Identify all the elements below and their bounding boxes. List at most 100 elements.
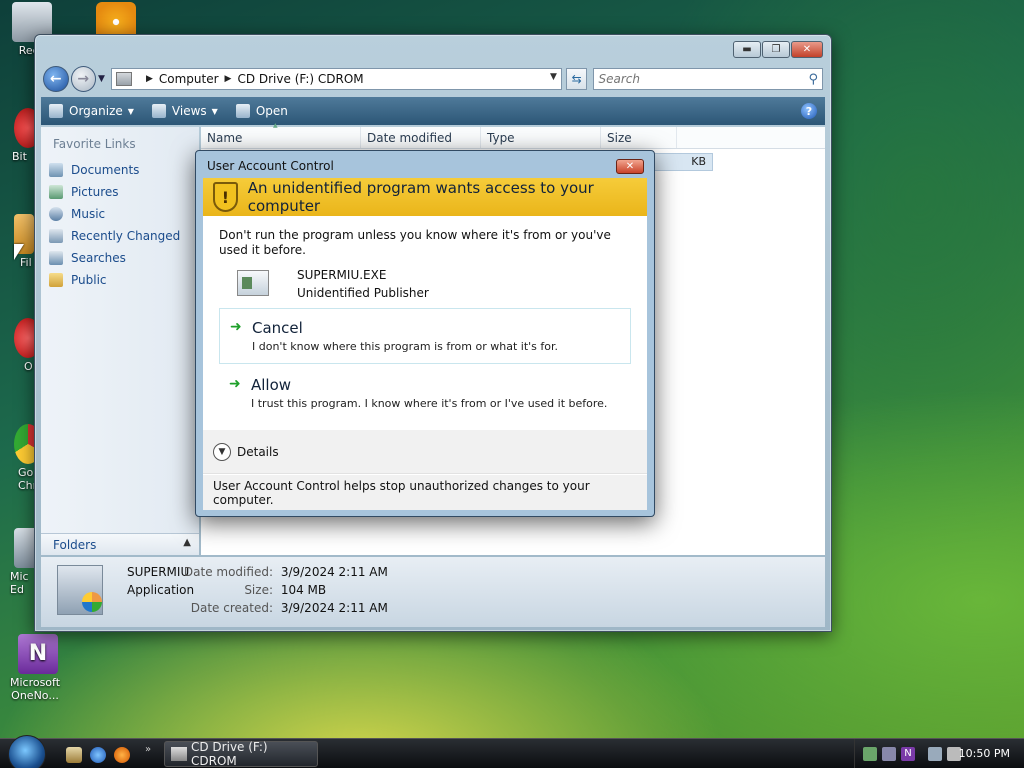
date-modified-label: Date modified: [183, 565, 273, 579]
views-label: Views [171, 104, 207, 118]
column-header-date-modified[interactable]: Date modified [361, 127, 481, 148]
program-icon [237, 270, 269, 296]
dialog-title: User Account Control [207, 159, 334, 173]
warning-text: Don't run the program unless you know wh… [219, 228, 611, 257]
column-header-size[interactable]: Size [601, 127, 677, 148]
dialog-footer: User Account Control helps stop unauthor… [203, 475, 647, 510]
uac-dialog: User Account Control ✕ ! An unidentified… [195, 150, 655, 517]
folders-label: Folders [53, 537, 97, 552]
cancel-title: Cancel [252, 319, 303, 337]
size-cell: KB [691, 155, 706, 168]
column-header-type[interactable]: Type [481, 127, 601, 148]
tray-app-icon[interactable] [882, 747, 896, 761]
documents-icon [49, 163, 63, 177]
sidebar-item-music[interactable]: Music [41, 203, 199, 225]
program-publisher: Unidentified Publisher [297, 286, 429, 300]
details-pane: SUPERMIU Application Date modified: 3/9/… [41, 557, 825, 627]
application-icon [57, 565, 103, 615]
tray-monitor-icon[interactable] [928, 747, 942, 761]
tray-network-icon[interactable] [863, 747, 877, 761]
address-bar[interactable]: ▶ Computer ▶ CD Drive (F:) CDROM ▼ [110, 68, 562, 90]
views-icon [151, 104, 166, 118]
chevron-right-icon[interactable]: ▶ [225, 74, 232, 84]
help-icon[interactable]: ? [801, 103, 817, 119]
organize-button[interactable]: Organize ▼ [49, 104, 134, 118]
arrow-right-icon: ➜ [229, 376, 241, 392]
warning-banner: ! An unidentified program wants access t… [203, 178, 647, 216]
cancel-description: I don't know where this program is from … [252, 340, 559, 353]
music-icon [49, 207, 63, 221]
column-header-name[interactable]: Name [201, 127, 361, 148]
clock[interactable]: 10:50 PM [959, 747, 1010, 760]
views-button[interactable]: Views ▼ [151, 104, 218, 118]
minimize-button[interactable]: ▬ [733, 41, 761, 58]
dialog-heading: An unidentified program wants access to … [247, 179, 594, 215]
sidebar-item-recently-changed[interactable]: Recently Changed [41, 225, 199, 247]
breadcrumb-computer[interactable]: Computer [159, 72, 219, 86]
onenote-icon: N [18, 634, 58, 674]
cancel-button[interactable]: ➜ Cancel I don't know where this program… [219, 308, 631, 364]
dialog-body: ! An unidentified program wants access t… [203, 178, 647, 510]
public-folder-icon [49, 273, 63, 287]
firefox-icon[interactable] [114, 747, 130, 763]
refresh-button[interactable]: ⇆ [565, 68, 588, 90]
arrow-right-icon: ➜ [230, 319, 242, 335]
chevron-down-icon[interactable]: ▼ [550, 72, 557, 82]
sidebar-item-label: Music [71, 207, 106, 221]
mouse-cursor [14, 244, 24, 260]
allow-button[interactable]: ➜ Allow I trust this program. I know whe… [219, 366, 631, 422]
search-icon[interactable]: ⚲ [808, 72, 818, 87]
chevron-right-icon[interactable]: ▶ [146, 74, 153, 84]
sidebar-item-pictures[interactable]: Pictures [41, 181, 199, 203]
table-row[interactable]: KB [653, 153, 713, 171]
open-icon [235, 104, 250, 118]
recent-pages-dropdown[interactable]: ▼ [98, 74, 105, 84]
back-button[interactable]: ← [43, 66, 69, 92]
breadcrumb-cd-drive[interactable]: CD Drive (F:) CDROM [237, 72, 363, 86]
date-modified-value: 3/9/2024 2:11 AM [280, 565, 388, 579]
address-bar-row: ← → ▼ ▶ Computer ▶ CD Drive (F:) CDROM ▼… [43, 65, 823, 93]
open-button[interactable]: Open [235, 104, 288, 118]
sidebar-item-public[interactable]: Public [41, 269, 199, 291]
tray-onenote-icon[interactable]: N [901, 747, 915, 761]
window-controls: ▬ ❐ ✕ [733, 41, 823, 58]
navigation-pane: Favorite Links Documents Pictures Music … [41, 127, 199, 555]
chevron-up-icon: ▲ [183, 537, 191, 548]
sidebar-item-label: Pictures [71, 185, 119, 199]
details-date-modified: Date modified: 3/9/2024 2:11 AM [111, 565, 388, 579]
chevron-double-right-icon[interactable]: » [145, 744, 151, 755]
start-button[interactable] [8, 735, 46, 768]
sidebar-item-documents[interactable]: Documents [41, 159, 199, 181]
desktop-icon-label: Microsoft OneNo... [9, 676, 61, 702]
program-name: SUPERMIU.EXE [297, 268, 387, 282]
taskbar-button-cd-drive[interactable]: CD Drive (F:) CDROM [164, 740, 318, 768]
sidebar-item-searches[interactable]: Searches [41, 247, 199, 269]
search-box[interactable]: ⚲ [593, 68, 823, 90]
sidebar-item-label: Searches [71, 251, 126, 265]
chevron-down-icon: ▼ [127, 106, 134, 116]
searches-icon [49, 251, 63, 265]
open-label: Open [255, 104, 288, 118]
details-date-created: Date created: 3/9/2024 2:11 AM [111, 601, 388, 615]
maximize-button[interactable]: ❐ [762, 41, 790, 58]
show-desktop-icon[interactable] [66, 747, 82, 763]
taskbar-button-label: CD Drive (F:) CDROM [191, 740, 268, 768]
sidebar-item-label: Public [71, 273, 107, 287]
details-label: Details [237, 444, 279, 459]
search-input[interactable] [598, 72, 809, 86]
desktop-icon-onenote[interactable]: N Microsoft OneNo... [6, 634, 70, 702]
folders-toggle[interactable]: Folders ▲ [41, 533, 199, 555]
details-toggle[interactable]: ▼ Details [203, 430, 647, 474]
desktop-icon-label: Mic Ed [10, 570, 29, 596]
close-button[interactable]: ✕ [791, 41, 823, 58]
drive-icon [171, 747, 187, 761]
command-toolbar: Organize ▼ Views ▼ Open ? [41, 97, 825, 125]
favorite-links-title: Favorite Links [53, 137, 136, 151]
details-size: Size: 104 MB [111, 583, 326, 597]
dialog-close-button[interactable]: ✕ [616, 159, 644, 174]
internet-explorer-icon[interactable] [90, 747, 106, 763]
allow-title: Allow [251, 376, 292, 394]
recently-changed-icon [49, 229, 63, 243]
drive-icon [115, 72, 132, 86]
forward-button[interactable]: → [70, 66, 97, 92]
